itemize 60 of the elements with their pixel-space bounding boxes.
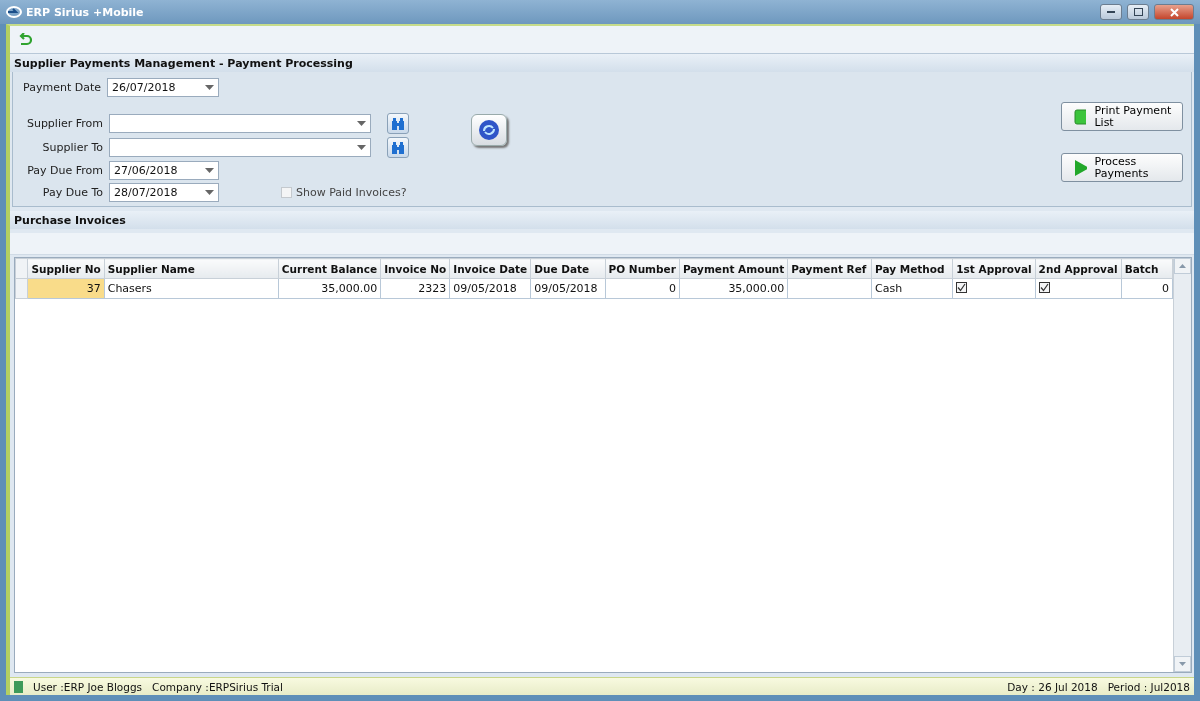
column-header[interactable]: Current Balance [278, 258, 381, 279]
field-label: Supplier From [25, 117, 103, 130]
checkbox[interactable] [956, 282, 968, 293]
minimize-button[interactable] [1100, 4, 1122, 20]
column-header[interactable]: Batch [1121, 258, 1173, 279]
supplier-search-button[interactable] [387, 113, 409, 134]
column-header[interactable]: Supplier Name [104, 258, 279, 279]
dropdown-caret-icon[interactable] [357, 145, 366, 150]
row-header [15, 258, 28, 279]
status-user: User :ERP Joe Bloggs [33, 680, 143, 693]
field-label: Pay Due From [26, 164, 103, 177]
section-header: Supplier Payments Management - Payment Processing [10, 54, 1194, 72]
maximize-icon [1133, 8, 1143, 16]
refresh-icon [478, 119, 500, 141]
column-header[interactable]: Payment Amount [679, 258, 788, 279]
dropdown-caret-icon[interactable] [205, 168, 214, 173]
date-field[interactable]: 28/07/2018 [109, 183, 219, 202]
scroll-down-button[interactable] [1174, 656, 1191, 672]
column-header[interactable]: Invoice Date [449, 258, 531, 279]
maximize-button[interactable] [1127, 4, 1149, 20]
down-arrow-icon [1179, 662, 1186, 666]
column-header[interactable]: Payment Ref [787, 258, 872, 279]
field-label: Payment Date [22, 81, 101, 94]
dropdown-caret-icon[interactable] [205, 85, 214, 90]
column-header[interactable]: PO Number [605, 258, 680, 279]
field-label: Supplier To [41, 141, 103, 154]
process-payments-button[interactable]: Process Payments [1061, 153, 1183, 182]
minimize-icon [1107, 10, 1115, 14]
row-header [15, 278, 28, 299]
binoculars-icon [391, 140, 405, 155]
checkbox[interactable] [1038, 282, 1050, 293]
dropdown-caret-icon[interactable] [205, 190, 214, 195]
field-label: Pay Due To [41, 186, 103, 199]
status-period: Period : Jul2018 [1107, 680, 1190, 693]
supplier-search-button[interactable] [387, 137, 409, 158]
section-header: Purchase Invoices [10, 211, 1194, 229]
app-logo-icon [6, 6, 22, 18]
play-icon [1074, 158, 1087, 177]
back-arrow-icon[interactable] [18, 32, 32, 47]
refresh-button[interactable] [471, 114, 507, 146]
print-payment-list-button[interactable]: Print Payment List [1061, 102, 1183, 131]
column-header[interactable]: Supplier No [27, 258, 105, 279]
scroll-up-button[interactable] [1174, 258, 1191, 274]
window-title: ERP Sirius +Mobile [26, 5, 145, 19]
column-header[interactable]: 1st Approval [952, 258, 1036, 279]
column-header[interactable]: Pay Method [871, 258, 953, 279]
close-icon [1169, 7, 1179, 17]
status-day: Day : 26 Jul 2018 [1007, 680, 1098, 693]
date-field[interactable]: 27/06/2018 [109, 161, 219, 180]
up-arrow-icon [1179, 264, 1186, 268]
status-company: Company :ERPSirius Trial [152, 680, 283, 693]
book-icon [14, 680, 23, 693]
dropdown-caret-icon[interactable] [357, 121, 366, 126]
column-header[interactable]: Due Date [530, 258, 606, 279]
column-header[interactable]: 2nd Approval [1035, 258, 1122, 279]
column-header[interactable]: Invoice No [380, 258, 450, 279]
binoculars-icon [391, 116, 405, 131]
date-field[interactable]: 26/07/2018 [107, 78, 219, 97]
checkbox-label: Show Paid Invoices? [296, 186, 407, 199]
close-button[interactable] [1154, 4, 1194, 20]
